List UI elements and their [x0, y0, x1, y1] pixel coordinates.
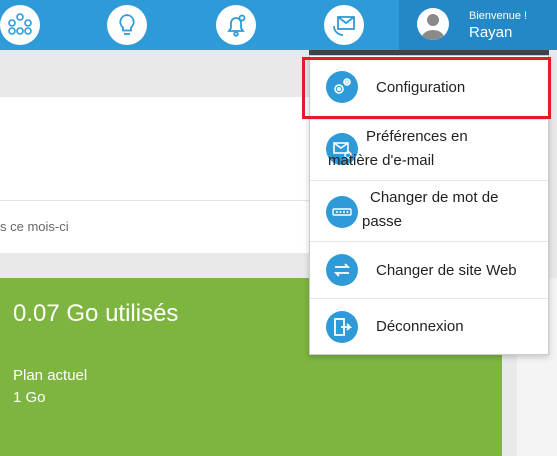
- top-navigation-bar: Bienvenue ! Rayan: [0, 0, 557, 50]
- logout-door-icon: [326, 311, 358, 343]
- plan-value: 1 Go: [13, 389, 46, 406]
- swap-arrows-icon: [326, 254, 358, 286]
- welcome-text: Bienvenue !: [469, 10, 528, 22]
- menu-label-line-2: matière d'e-mail: [328, 152, 435, 169]
- bell-icon[interactable]: [216, 5, 256, 45]
- org-chart-icon[interactable]: [0, 5, 40, 45]
- month-caption: s ce mois-ci: [0, 219, 69, 234]
- menu-label: Changer de site Web: [376, 262, 517, 279]
- password-icon: [326, 196, 358, 228]
- username: Rayan: [469, 24, 513, 41]
- lightbulb-icon[interactable]: [107, 5, 147, 45]
- highlight-box: [302, 57, 551, 119]
- menu-label: Déconnexion: [376, 318, 464, 335]
- menu-item-logout[interactable]: Déconnexion: [310, 298, 548, 355]
- menu-label-line-1: Préférences en: [366, 128, 468, 145]
- plan-label: Plan actuel: [13, 367, 88, 384]
- envelope-phone-icon[interactable]: [324, 5, 364, 45]
- menu-item-change-website[interactable]: Changer de site Web: [310, 241, 548, 298]
- user-menu[interactable]: Bienvenue ! Rayan: [399, 0, 557, 50]
- usage-title: 0.07 Go utilisés: [13, 300, 179, 327]
- menu-label-line-2: passe: [362, 213, 403, 230]
- avatar[interactable]: [417, 8, 449, 40]
- menu-label-line-1: Changer de mot de: [370, 189, 499, 206]
- menu-item-email-preferences[interactable]: Préférences en matière d'e-mail: [310, 119, 548, 180]
- menu-item-change-password[interactable]: Changer de mot de passe: [310, 180, 548, 241]
